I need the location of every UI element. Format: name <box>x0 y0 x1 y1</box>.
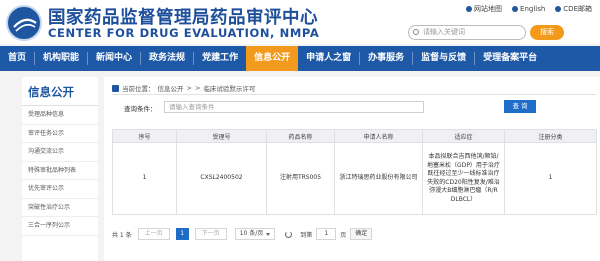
table-row: 1 CXSL2400502 注射用TRS005 浙江特瑞思药业股份有限公司 本品… <box>112 142 597 215</box>
cell-applicant: 浙江特瑞思药业股份有限公司 <box>334 142 423 215</box>
prev-page-button[interactable]: 上一页 <box>137 228 170 240</box>
col-header-applicant: 申请人名称 <box>334 129 423 143</box>
goto-page-input[interactable]: 1 <box>316 228 337 240</box>
cell-acceptance-no: CXSL2400502 <box>176 142 267 215</box>
sidebar-item-review-tasks[interactable]: 审评任务公示 <box>22 125 98 143</box>
results-table: 序号 受理号 药品名称 申请人名称 适应症 注册分类 1 CXSL2400502… <box>112 129 597 215</box>
mail-icon <box>555 6 562 12</box>
nav-party-building[interactable]: 党建工作 <box>194 46 246 71</box>
filter-input[interactable]: 请输入查询条件 <box>164 101 424 113</box>
nav-home[interactable]: 首页 <box>0 46 34 71</box>
page-unit-label: 页 <box>340 231 347 239</box>
breadcrumb-info-disclosure[interactable]: 信息公开 <box>158 83 184 93</box>
breadcrumb-current: 临床试验默示许可 <box>203 85 256 93</box>
refresh-icon[interactable] <box>285 230 293 238</box>
nav-applicant-window[interactable]: 申请人之窗 <box>298 46 359 71</box>
site-subtitle: CENTER FOR DRUG EVALUATION, NMPA <box>48 26 320 40</box>
col-header-index: 序号 <box>112 129 177 143</box>
nav-filing-platform[interactable]: 受理备案平台 <box>475 46 545 71</box>
goto-confirm-button[interactable]: 确定 <box>350 228 373 240</box>
next-page-button[interactable]: 下一页 <box>194 228 227 240</box>
cde-logo-icon[interactable] <box>6 5 42 41</box>
table-header-row: 序号 受理号 药品名称 申请人名称 适应症 注册分类 <box>112 129 597 143</box>
page-size-select[interactable]: 10 条/页 <box>234 228 276 240</box>
main-content: 当前位置： 信息公开 > > 临床试验默示许可 查询条件： 请输入查询条件 查 … <box>104 77 600 261</box>
top-links: 网站地图 English CDE邮箱 <box>466 4 592 14</box>
cde-mail-link[interactable]: CDE邮箱 <box>555 4 592 14</box>
site-header: 国家药品监督管理局药品审评中心 CENTER FOR DRUG EVALUATI… <box>0 0 600 44</box>
nav-information-disclosure[interactable]: 信息公开 <box>246 46 299 71</box>
sidebar-item-breakthrough-therapy[interactable]: 突破性治疗公示 <box>22 199 98 217</box>
nav-regulations[interactable]: 政务法规 <box>141 46 193 71</box>
total-count: 共 1 条 <box>112 231 132 239</box>
globe-icon <box>512 6 519 12</box>
nav-organization[interactable]: 机构职能 <box>35 46 87 71</box>
nav-news[interactable]: 新闻中心 <box>88 46 140 71</box>
sidebar-title: 信息公开 <box>22 77 98 106</box>
goto-label: 到第 <box>300 231 313 239</box>
cell-drug-name: 注射用TRS005 <box>266 142 335 215</box>
sidebar-item-accepted-drugs[interactable]: 受理品种信息 <box>22 106 98 125</box>
sidebar: 信息公开 受理品种信息 审评任务公示 沟通交流公示 特殊审批品种列表 优先审评公… <box>22 77 98 261</box>
col-header-indication: 适应症 <box>422 129 505 143</box>
home-icon <box>112 84 119 92</box>
nav-supervision-feedback[interactable]: 监督与反馈 <box>413 46 474 71</box>
sitemap-link[interactable]: 网站地图 <box>466 4 502 14</box>
chevron-down-icon <box>266 232 271 236</box>
sidebar-item-three-in-one[interactable]: 三合一序列公示 <box>22 217 98 236</box>
col-header-registration-class: 注册分类 <box>504 129 597 143</box>
col-header-drug-name: 药品名称 <box>266 129 335 143</box>
filter-label: 查询条件： <box>124 105 157 113</box>
main-nav: 首页 机构职能 新闻中心 政务法规 党建工作 信息公开 申请人之窗 办事服务 监… <box>0 46 600 71</box>
sidebar-item-special-approval[interactable]: 特殊审批品种列表 <box>22 162 98 180</box>
nav-services[interactable]: 办事服务 <box>360 46 412 71</box>
cell-registration-class: 1 <box>504 142 597 215</box>
query-button[interactable]: 查 询 <box>504 100 536 113</box>
pagination: 共 1 条 上一页 1 下一页 10 条/页 到第 1 页 确定 <box>112 227 373 241</box>
search-icon <box>413 29 419 35</box>
sidebar-item-priority-review[interactable]: 优先审评公示 <box>22 180 98 199</box>
breadcrumb-divider <box>112 94 596 95</box>
sidebar-item-communication[interactable]: 沟通交流公示 <box>22 143 98 162</box>
english-link[interactable]: English <box>512 4 545 14</box>
breadcrumb: 当前位置： 信息公开 > > 临床试验默示许可 <box>112 83 255 93</box>
page-number-1[interactable]: 1 <box>175 228 189 240</box>
site-search-input[interactable]: 请输入关键词 <box>408 25 526 40</box>
site-search-button[interactable]: 搜索 <box>530 25 564 40</box>
col-header-acceptance-no: 受理号 <box>176 129 267 143</box>
cell-indication: 本品拟联合吉西他滨/顺铂/地塞米松（GDP）用于治疗既往经过至少一线标准治疗失败… <box>422 142 505 215</box>
cell-index: 1 <box>112 142 177 215</box>
sitemap-icon <box>466 6 473 12</box>
